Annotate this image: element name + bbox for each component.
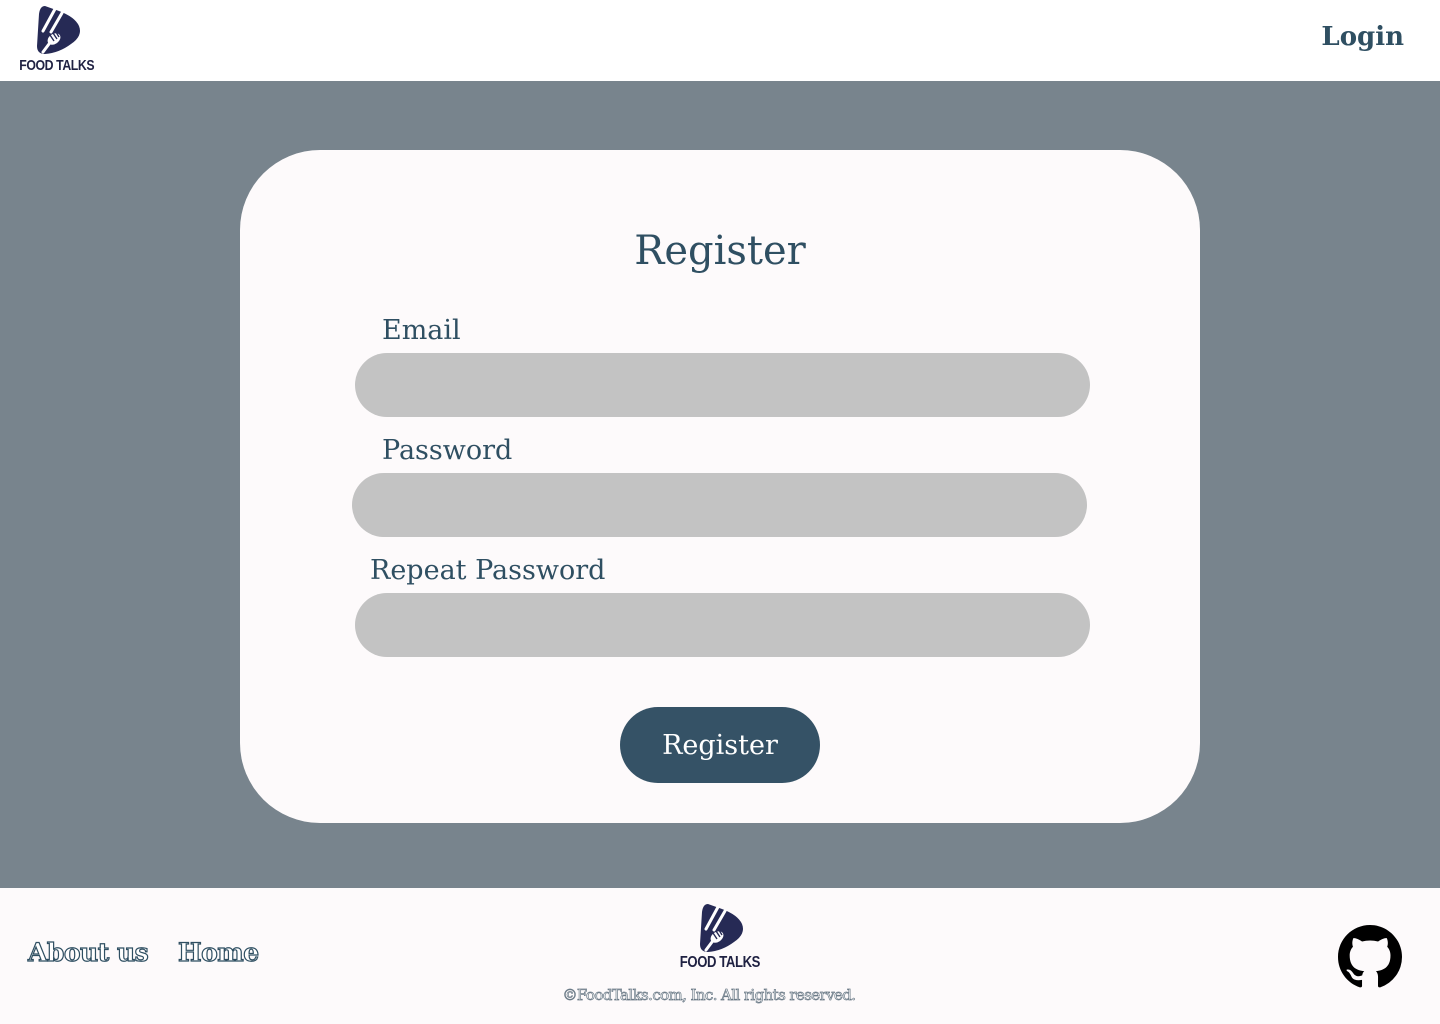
github-icon <box>1338 925 1402 988</box>
register-button[interactable]: Register <box>620 707 820 783</box>
top-header: FOOD TALKS Login <box>0 0 1440 81</box>
repeat-password-field[interactable] <box>355 593 1090 657</box>
register-page: FOOD TALKS Login Register Email Password… <box>0 0 1440 1024</box>
footer-logo-text: FOOD TALKS <box>679 954 761 971</box>
food-talks-logo-icon <box>37 6 80 54</box>
food-talks-logo-icon <box>700 904 743 952</box>
email-field[interactable] <box>355 353 1090 417</box>
repeat-password-label: Repeat Password <box>370 555 606 586</box>
password-field[interactable] <box>352 473 1087 537</box>
email-label: Email <box>382 315 461 346</box>
page-footer: About us Home FOOD TALKS ©FoodTalks.com,… <box>0 888 1440 1024</box>
about-us-link[interactable]: About us <box>27 937 149 967</box>
register-card: Register Email Password Repeat Password … <box>240 150 1200 823</box>
password-label: Password <box>382 435 513 466</box>
header-logo-text: FOOD TALKS <box>19 57 95 74</box>
register-title: Register <box>634 228 806 274</box>
home-link[interactable]: Home <box>177 937 259 967</box>
footer-logo[interactable]: FOOD TALKS <box>680 902 761 972</box>
login-link[interactable]: Login <box>1321 22 1404 52</box>
copyright-text: ©FoodTalks.com, Inc. All rights reserved… <box>562 986 856 1005</box>
header-logo[interactable]: FOOD TALKS <box>19 4 95 74</box>
github-link[interactable] <box>1338 925 1402 989</box>
